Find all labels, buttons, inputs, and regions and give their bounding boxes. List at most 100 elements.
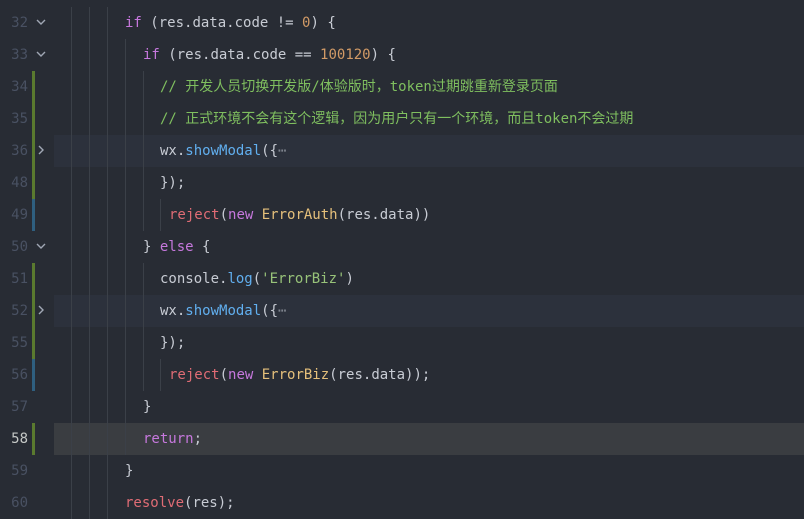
code-token: reject (169, 367, 220, 383)
indent-guide (71, 199, 72, 231)
indent-guide (71, 455, 72, 487)
code-line[interactable]: 59} (0, 455, 804, 487)
git-modified-marker[interactable] (32, 423, 35, 455)
code-text[interactable]: wx.showModal({⋯ (160, 295, 286, 327)
indent-guide (107, 359, 108, 391)
code-text[interactable]: reject(new ErrorBiz(res.data)); (169, 359, 430, 391)
indent-guide (89, 327, 90, 359)
code-line[interactable]: 52 wx.showModal({⋯ (0, 295, 804, 327)
indent-guide (143, 263, 144, 295)
code-text[interactable]: }); (160, 327, 185, 359)
code-text[interactable]: // 正式环境不会有这个逻辑，因为用户只有一个环境，而且token不会过期 (160, 103, 633, 135)
indent-guide (71, 487, 72, 519)
indent-guide (89, 391, 90, 423)
code-line[interactable]: 57} (0, 391, 804, 423)
indent-guide (143, 327, 144, 359)
code-token: ) (310, 15, 328, 31)
code-text[interactable]: reject(new ErrorAuth(res.data)) (169, 199, 430, 231)
git-modified-marker[interactable] (32, 103, 35, 135)
indent-guide (143, 135, 144, 167)
line-number: 33 (11, 47, 28, 63)
code-text[interactable]: console.log('ErrorBiz') (160, 263, 354, 295)
indent-guide (107, 391, 108, 423)
code-text[interactable]: } (143, 391, 151, 423)
code-token: wx. (160, 143, 186, 159)
indent-guide (107, 199, 108, 231)
indent-guide (71, 39, 72, 71)
code-text[interactable]: // 开发人员切换开发版/体验版时，token过期跳重新登录页面 (160, 71, 558, 103)
code-token: ⋯ (278, 303, 287, 319)
indent-guide (71, 391, 72, 423)
code-line[interactable]: 58 return; (0, 423, 804, 455)
line-number: 48 (11, 175, 28, 191)
code-token: // 开发人员切换开发版/体验版时，token过期跳重新登录页面 (160, 79, 558, 95)
git-modified-marker[interactable] (32, 327, 35, 359)
code-text[interactable]: }); (160, 167, 185, 199)
code-line[interactable]: 34 // 开发人员切换开发版/体验版时，token过期跳重新登录页面 (0, 71, 804, 103)
code-text[interactable]: if (res.data.code != 0) { (125, 7, 336, 39)
code-line[interactable]: 33 if (res.data.code == 100120) { (0, 39, 804, 71)
git-modified-marker[interactable] (32, 263, 35, 295)
git-added-marker[interactable] (32, 199, 35, 231)
code-token: console. (160, 271, 228, 287)
indent-guide (107, 167, 108, 199)
indent-guide (71, 263, 72, 295)
indent-guide (160, 359, 161, 391)
code-token: }); (160, 175, 186, 191)
indent-guide (71, 327, 72, 359)
git-modified-marker[interactable] (32, 167, 35, 199)
line-number: 36 (11, 143, 28, 159)
line-number: 59 (11, 463, 28, 479)
code-line[interactable]: 56 reject(new ErrorBiz(res.data)); (0, 359, 804, 391)
code-line[interactable]: 60 resolve(res); (0, 487, 804, 519)
line-number: 58 (11, 431, 28, 447)
indent-guide (125, 391, 126, 423)
git-modified-marker[interactable] (32, 71, 35, 103)
fold-chevron-right-icon[interactable] (34, 295, 48, 327)
code-line[interactable]: 48}); (0, 167, 804, 199)
fold-chevron-down-icon[interactable] (34, 39, 48, 71)
code-token: return (143, 431, 194, 447)
code-token: (res); (184, 495, 235, 511)
indent-guide (71, 359, 72, 391)
code-text[interactable]: } else { (143, 231, 210, 263)
fold-chevron-down-icon[interactable] (34, 231, 48, 263)
code-line[interactable]: 35 // 正式环境不会有这个逻辑，因为用户只有一个环境，而且token不会过期 (0, 103, 804, 135)
line-number: 35 (11, 111, 28, 127)
fold-chevron-down-icon[interactable] (34, 7, 48, 39)
code-token: }); (160, 335, 186, 351)
code-token: log (227, 271, 253, 287)
code-editor[interactable]: 32 if (res.data.code != 0) { 33 if (res.dat… (0, 0, 804, 519)
code-token: ( (252, 271, 262, 287)
indent-guide (89, 103, 90, 135)
fold-chevron-right-icon[interactable] (34, 135, 48, 167)
code-token: } (125, 463, 134, 479)
line-number: 50 (11, 239, 28, 255)
indent-guide (125, 39, 126, 71)
code-token: == (294, 47, 321, 63)
code-token: resolve (125, 495, 185, 511)
code-token: { (202, 239, 211, 255)
code-line[interactable]: 36 wx.showModal({⋯ (0, 135, 804, 167)
indent-guide (71, 7, 72, 39)
code-text[interactable]: return; (143, 423, 202, 455)
code-text[interactable]: wx.showModal({⋯ (160, 135, 286, 167)
indent-guide (107, 455, 108, 487)
line-number: 57 (11, 399, 28, 415)
indent-guide (89, 167, 90, 199)
indent-guide (125, 135, 126, 167)
code-text[interactable]: if (res.data.code == 100120) { (143, 39, 396, 71)
code-line[interactable]: 50 } else { (0, 231, 804, 263)
code-token: 'ErrorBiz' (261, 271, 346, 287)
code-line[interactable]: 55}); (0, 327, 804, 359)
indent-guide (89, 199, 90, 231)
code-line[interactable]: 32 if (res.data.code != 0) { (0, 7, 804, 39)
git-added-marker[interactable] (32, 359, 35, 391)
indent-guide (125, 167, 126, 199)
indent-guide (107, 135, 108, 167)
code-text[interactable]: } (125, 455, 133, 487)
code-line[interactable]: 51 console.log('ErrorBiz') (0, 263, 804, 295)
code-text[interactable]: resolve(res); (125, 487, 235, 519)
code-token: ( (219, 207, 229, 223)
code-line[interactable]: 49 reject(new ErrorAuth(res.data)) (0, 199, 804, 231)
